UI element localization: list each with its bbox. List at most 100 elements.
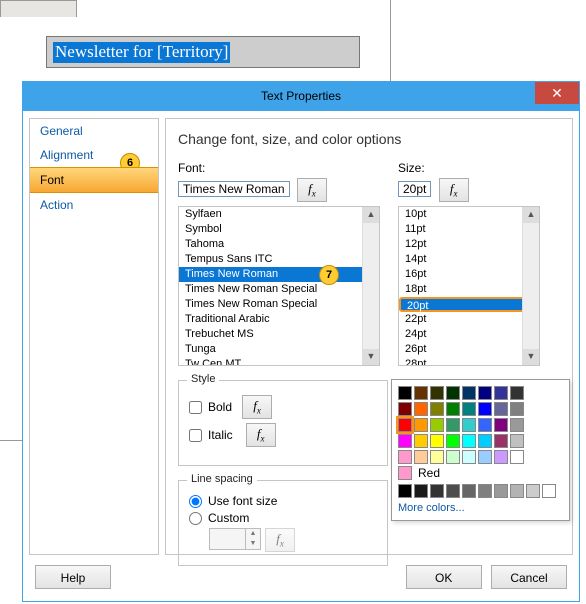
size-listbox[interactable]: 10pt11pt12pt14pt16pt18pt20pt22pt24pt26pt…: [398, 206, 540, 366]
size-option[interactable]: 24pt: [399, 327, 539, 342]
palette-cell[interactable]: [478, 434, 492, 448]
palette-cell[interactable]: [462, 418, 476, 432]
palette-cell[interactable]: [446, 450, 460, 464]
titlebar[interactable]: Text Properties ✕: [23, 82, 579, 111]
size-fx-button[interactable]: fx: [439, 178, 469, 202]
color-palette-popup[interactable]: Red More colors...: [391, 379, 570, 521]
palette-cell[interactable]: [462, 386, 476, 400]
scrollbar[interactable]: ▲▼: [522, 207, 539, 365]
palette-gray-cell[interactable]: [510, 484, 524, 498]
custom-spinner[interactable]: ▲▼: [209, 528, 261, 550]
palette-cell[interactable]: [398, 418, 412, 432]
palette-cell[interactable]: [494, 402, 508, 416]
palette-cell[interactable]: [494, 434, 508, 448]
font-option[interactable]: Traditional Arabic: [179, 312, 379, 327]
palette-cell[interactable]: [446, 402, 460, 416]
palette-cell[interactable]: [494, 386, 508, 400]
font-option[interactable]: Times New Roman Special: [179, 297, 379, 312]
help-button[interactable]: Help: [35, 565, 111, 589]
italic-fx-button[interactable]: fx: [246, 423, 276, 447]
scroll-down-icon[interactable]: ▼: [363, 349, 379, 365]
palette-cell[interactable]: [462, 450, 476, 464]
font-option[interactable]: Tunga: [179, 342, 379, 357]
palette-cell[interactable]: [430, 402, 444, 416]
palette-cell[interactable]: [398, 434, 412, 448]
palette-cell[interactable]: [430, 418, 444, 432]
font-option[interactable]: Tahoma: [179, 237, 379, 252]
custom-radio[interactable]: Custom: [187, 511, 379, 525]
palette-cell[interactable]: [478, 386, 492, 400]
size-option[interactable]: 16pt: [399, 267, 539, 282]
palette-cell[interactable]: [414, 402, 428, 416]
palette-gray-cell[interactable]: [478, 484, 492, 498]
palette-cell[interactable]: [494, 450, 508, 464]
font-option[interactable]: Tw Cen MT: [179, 357, 379, 366]
palette-cell[interactable]: [510, 450, 524, 464]
scroll-down-icon[interactable]: ▼: [523, 349, 539, 365]
bold-fx-button[interactable]: fx: [242, 395, 272, 419]
nav-alignment[interactable]: Alignment 6: [30, 143, 158, 167]
size-input[interactable]: 20pt: [398, 181, 431, 197]
size-option[interactable]: 22pt: [399, 312, 539, 327]
size-option[interactable]: 10pt: [399, 207, 539, 222]
palette-cell[interactable]: [446, 434, 460, 448]
palette-gray-cell[interactable]: [446, 484, 460, 498]
use-font-size-radio[interactable]: Use font size: [187, 494, 379, 508]
nav-font[interactable]: Font: [30, 167, 158, 193]
palette-cell[interactable]: [462, 434, 476, 448]
font-option[interactable]: Trebuchet MS: [179, 327, 379, 342]
font-input[interactable]: Times New Roman: [178, 181, 290, 197]
palette-cell[interactable]: [398, 402, 412, 416]
size-option[interactable]: 12pt: [399, 237, 539, 252]
palette-gray-cell[interactable]: [542, 484, 556, 498]
palette-cell[interactable]: [430, 450, 444, 464]
palette-gray-cell[interactable]: [414, 484, 428, 498]
palette-cell[interactable]: [398, 450, 412, 464]
font-option[interactable]: Times New Roman Special: [179, 282, 379, 297]
palette-cell[interactable]: [494, 418, 508, 432]
scroll-up-icon[interactable]: ▲: [363, 207, 379, 223]
spacing-fx-button[interactable]: fx: [265, 528, 295, 552]
font-listbox[interactable]: SylfaenSymbolTahomaTempus Sans ITCTimes …: [178, 206, 380, 366]
size-option[interactable]: 11pt: [399, 222, 539, 237]
font-option[interactable]: Sylfaen: [179, 207, 379, 222]
palette-cell[interactable]: [510, 434, 524, 448]
palette-cell[interactable]: [414, 386, 428, 400]
cancel-button[interactable]: Cancel: [491, 565, 567, 589]
palette-cell[interactable]: [446, 418, 460, 432]
palette-gray-cell[interactable]: [526, 484, 540, 498]
size-option[interactable]: 26pt: [399, 342, 539, 357]
size-option[interactable]: 18pt: [399, 282, 539, 297]
palette-cell[interactable]: [510, 402, 524, 416]
size-option[interactable]: 14pt: [399, 252, 539, 267]
scrollbar[interactable]: ▲▼: [362, 207, 379, 365]
palette-cell[interactable]: [414, 450, 428, 464]
palette-cell[interactable]: [430, 386, 444, 400]
font-option[interactable]: Symbol: [179, 222, 379, 237]
palette-cell[interactable]: [462, 402, 476, 416]
palette-cell[interactable]: [478, 418, 492, 432]
nav-general[interactable]: General: [30, 119, 158, 143]
size-option[interactable]: 20pt: [399, 297, 539, 312]
palette-cell[interactable]: [430, 434, 444, 448]
palette-cell[interactable]: [510, 386, 524, 400]
nav-action[interactable]: Action: [30, 193, 158, 217]
font-option[interactable]: Times New Roman7: [179, 267, 379, 282]
newsletter-field[interactable]: Newsletter for [Territory]: [46, 36, 360, 68]
palette-gray-cell[interactable]: [430, 484, 444, 498]
close-button[interactable]: ✕: [535, 82, 579, 104]
palette-gray-cell[interactable]: [494, 484, 508, 498]
ok-button[interactable]: OK: [406, 565, 482, 589]
palette-cell[interactable]: [398, 386, 412, 400]
italic-checkbox[interactable]: Italicfx: [187, 423, 379, 447]
palette-cell[interactable]: [478, 450, 492, 464]
palette-cell[interactable]: [510, 418, 524, 432]
more-colors-link[interactable]: More colors...: [398, 502, 563, 514]
font-option[interactable]: Tempus Sans ITC: [179, 252, 379, 267]
palette-gray-cell[interactable]: [398, 484, 412, 498]
font-fx-button[interactable]: fx: [297, 178, 327, 202]
palette-cell[interactable]: [414, 434, 428, 448]
size-option[interactable]: 28pt: [399, 357, 539, 366]
palette-cell[interactable]: [414, 418, 428, 432]
bold-checkbox[interactable]: Boldfx: [187, 395, 379, 419]
